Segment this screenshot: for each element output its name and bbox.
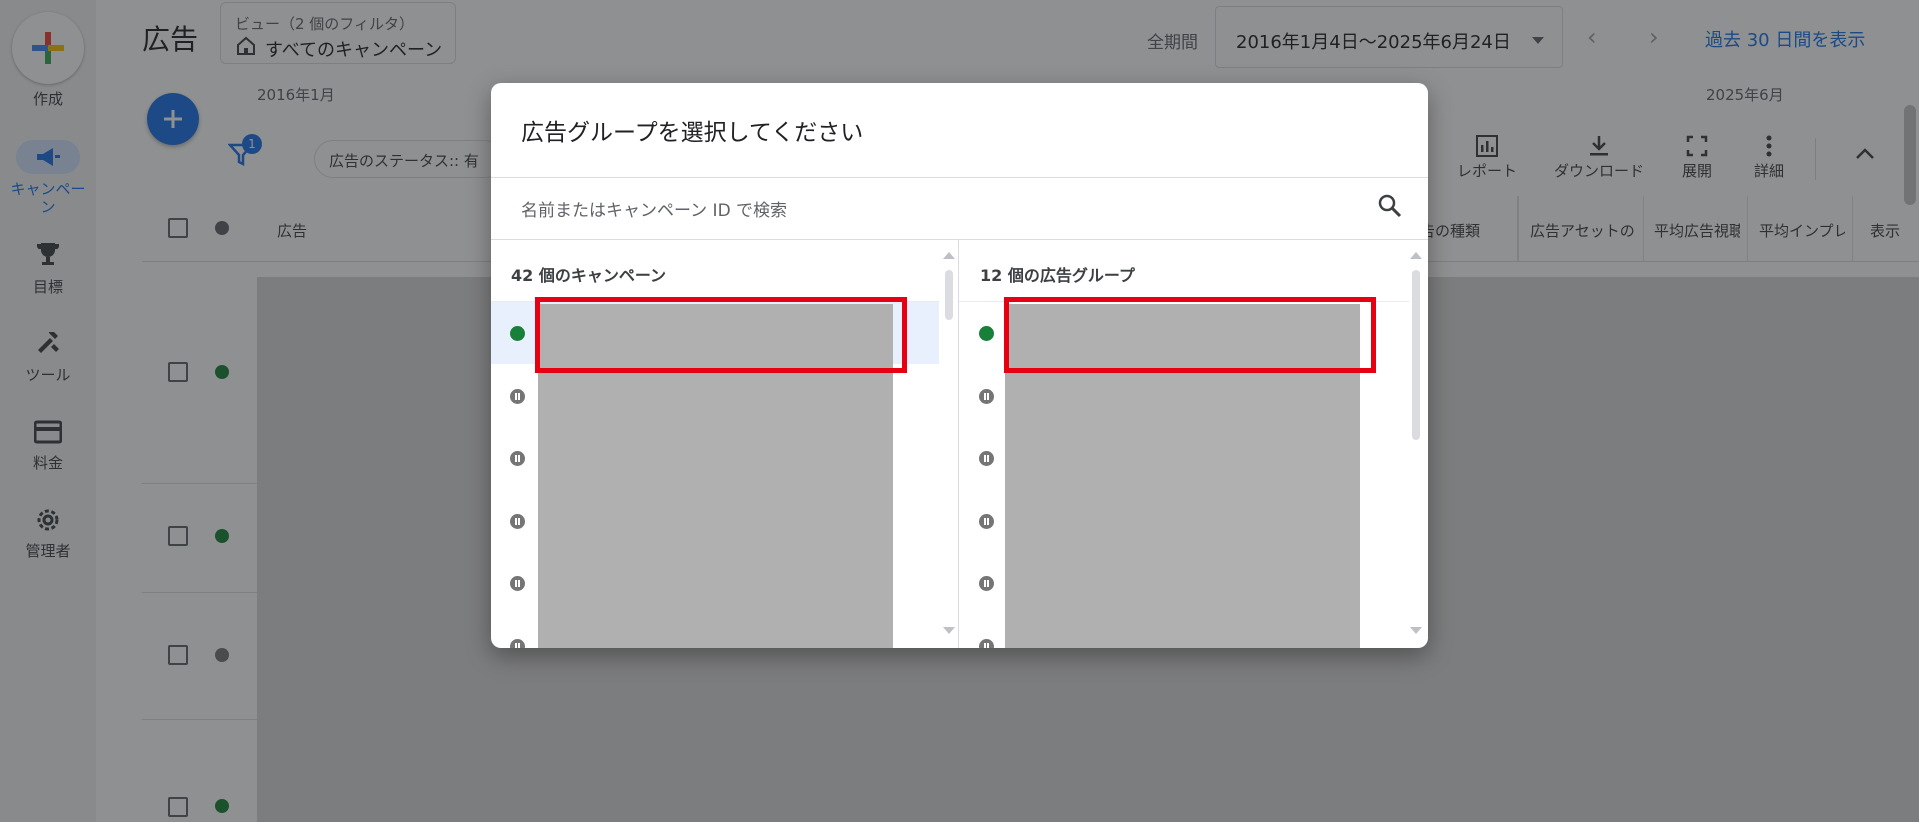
- scroll-thumb[interactable]: [945, 270, 953, 320]
- status-paused-icon: [510, 513, 525, 529]
- status-paused-icon: [510, 451, 525, 466]
- scroll-down-icon[interactable]: [943, 627, 955, 634]
- scroll-down-icon[interactable]: [1410, 627, 1422, 634]
- status-paused-icon: [510, 388, 525, 404]
- status-enabled-icon: [510, 326, 525, 341]
- scroll-up-icon[interactable]: [1410, 252, 1422, 259]
- dialog-divider: [491, 177, 1428, 178]
- scroll-up-icon[interactable]: [943, 252, 955, 259]
- status-enabled-icon: [979, 326, 994, 341]
- search-input[interactable]: 名前またはキャンペーン ID で検索: [521, 196, 787, 221]
- status-paused-icon: [510, 576, 525, 591]
- adgroups-count-header: 12 個の広告グループ: [980, 266, 1135, 285]
- highlight-box-campaign: [535, 297, 907, 373]
- status-paused-icon: [979, 451, 994, 466]
- scroll-thumb[interactable]: [1412, 270, 1420, 440]
- status-paused-icon: [510, 638, 525, 648]
- campaigns-count-header: 42 個のキャンペーン: [511, 266, 667, 285]
- status-paused-icon: [979, 388, 994, 404]
- dialog-divider: [491, 239, 1428, 240]
- ad-group-picker-dialog: 広告グループを選択してください 名前またはキャンペーン ID で検索 42 個の…: [491, 83, 1428, 648]
- status-paused-icon: [979, 513, 994, 529]
- adgroups-scrollbar[interactable]: [1410, 240, 1422, 648]
- dialog-title: 広告グループを選択してください: [521, 120, 864, 146]
- status-paused-icon: [979, 638, 994, 648]
- highlight-box-adgroup: [1004, 297, 1376, 373]
- campaigns-scrollbar[interactable]: [943, 240, 955, 648]
- search-icon[interactable]: [1377, 193, 1403, 219]
- status-paused-icon: [979, 576, 994, 591]
